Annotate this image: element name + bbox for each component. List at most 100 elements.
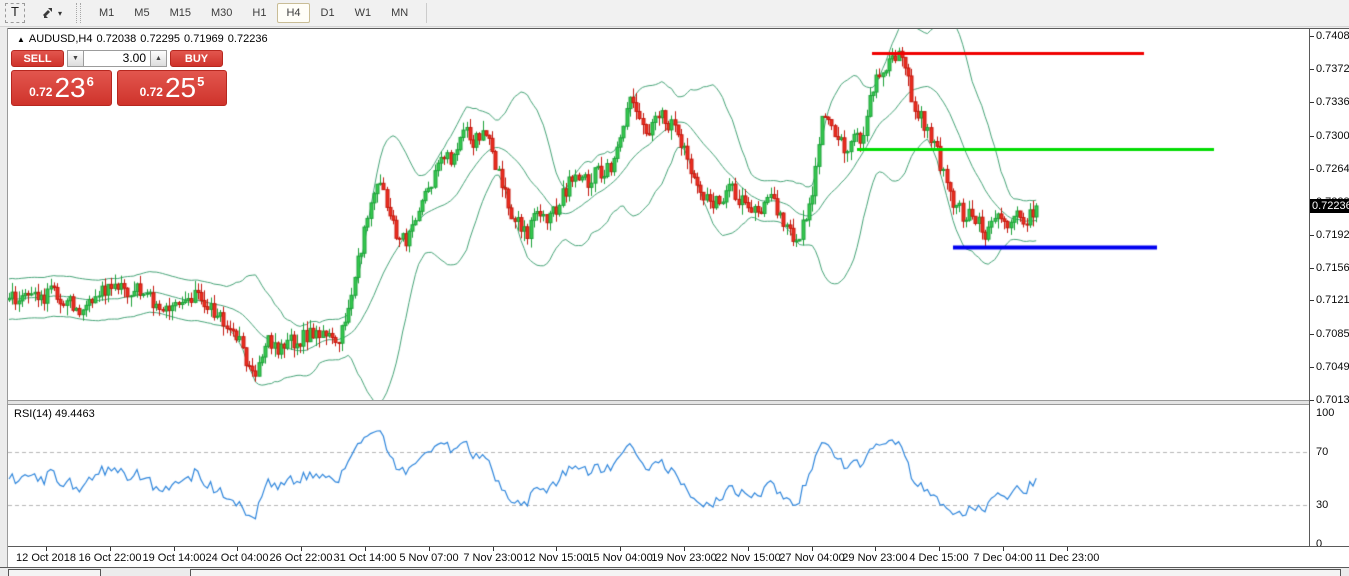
symbol-period: AUDUSD,H4 bbox=[28, 33, 93, 45]
time-axis-label: 7 Nov 23:00 bbox=[463, 552, 523, 564]
chevron-down-icon: ▾ bbox=[57, 8, 62, 18]
timeframe-button-w1[interactable]: W1 bbox=[346, 3, 381, 23]
timeframe-button-m30[interactable]: M30 bbox=[202, 3, 241, 23]
timeframe-toolbar: M1 M5 M15 M30 H1 H4 D1 W1 MN bbox=[89, 3, 418, 23]
price-tick-mark bbox=[1310, 268, 1314, 269]
time-axis-label: 22 Nov 15:00 bbox=[715, 552, 781, 564]
time-tick-mark bbox=[939, 547, 940, 551]
toolbar: T ▾ M1 M5 M15 M30 H1 H4 D1 W1 MN bbox=[0, 0, 1349, 27]
window-left-gutter bbox=[0, 28, 8, 567]
price-tick-mark bbox=[1310, 235, 1314, 236]
timeframe-button-mn[interactable]: MN bbox=[382, 3, 417, 23]
time-tick-mark bbox=[493, 547, 494, 551]
volume-decrease-button[interactable]: ▼ bbox=[67, 50, 84, 67]
sell-price-prefix: 0.72 bbox=[29, 85, 53, 99]
current-price-tag: 0.72236 bbox=[1310, 199, 1349, 213]
arrows-tool-button[interactable]: ▾ bbox=[36, 3, 66, 23]
time-tick-mark bbox=[556, 547, 557, 551]
toolbar-separator bbox=[426, 3, 428, 23]
sell-button[interactable]: SELL bbox=[11, 50, 64, 67]
time-axis-label: 7 Dec 04:00 bbox=[973, 552, 1033, 564]
price-tick-label: 0.73360 bbox=[1316, 96, 1349, 108]
time-tick-mark bbox=[301, 547, 302, 551]
price-tick-label: 0.72640 bbox=[1316, 163, 1349, 175]
ohlc-close: 0.72236 bbox=[227, 33, 268, 45]
price-tick-mark bbox=[1310, 102, 1314, 103]
time-tick-mark bbox=[1067, 547, 1068, 551]
price-tick-label: 0.71920 bbox=[1316, 229, 1349, 241]
time-tick-mark bbox=[684, 547, 685, 551]
chart-window: ▲ AUDUSD,H4 0.72038 0.72295 0.71969 0.72236 S… bbox=[8, 28, 1349, 568]
buy-price-pip: 5 bbox=[197, 74, 205, 89]
timeframe-button-m5[interactable]: M5 bbox=[125, 3, 158, 23]
bottom-tabs-strip bbox=[0, 567, 1349, 576]
price-tick-label: 0.71210 bbox=[1316, 294, 1349, 306]
time-axis-label: 12 Nov 15:00 bbox=[523, 552, 589, 564]
arrows-icon bbox=[42, 8, 52, 18]
one-click-trading-panel: SELL ▼ 3.00 ▲ BUY 0.72 23 6 0.72 25 5 bbox=[11, 50, 227, 106]
price-tick-label: 0.70490 bbox=[1316, 361, 1349, 373]
time-tick-mark bbox=[875, 547, 876, 551]
timeframe-button-m15[interactable]: M15 bbox=[161, 3, 200, 23]
time-tick-mark bbox=[429, 547, 430, 551]
price-tick-mark bbox=[1310, 69, 1314, 70]
collapse-panel-icon[interactable]: ▲ bbox=[17, 35, 25, 44]
price-tick-mark bbox=[1310, 367, 1314, 368]
time-tick-mark bbox=[812, 547, 813, 551]
time-tick-mark bbox=[365, 547, 366, 551]
time-tick-mark bbox=[174, 547, 175, 551]
timeframe-button-h4[interactable]: H4 bbox=[277, 3, 310, 23]
rsi-indicator-label: RSI(14) 49.4463 bbox=[14, 408, 95, 420]
metatrader-window: T ▾ M1 M5 M15 M30 H1 H4 D1 W1 MN ▲ AUDUSD,H4 0.720… bbox=[0, 0, 1349, 576]
buy-button[interactable]: BUY bbox=[170, 50, 223, 67]
buy-price-button[interactable]: 0.72 25 5 bbox=[117, 70, 227, 106]
time-axis-label: 19 Nov 23:00 bbox=[651, 552, 717, 564]
price-tick-mark bbox=[1310, 169, 1314, 170]
text-tool-button[interactable]: T bbox=[4, 3, 26, 23]
price-tick-mark bbox=[1310, 136, 1314, 137]
ohlc-low: 0.71969 bbox=[184, 33, 224, 45]
timeframe-button-d1[interactable]: D1 bbox=[312, 3, 344, 23]
price-axis[interactable]: 0.72236 0.74080 0.73720 0.73360 0.73000 0.72… bbox=[1309, 29, 1349, 550]
time-tick-mark bbox=[1003, 547, 1004, 551]
price-tick-mark bbox=[1310, 300, 1314, 301]
time-axis-label: 27 Nov 04:00 bbox=[779, 552, 845, 564]
text-tool-icon: T bbox=[5, 3, 25, 23]
price-tick-mark bbox=[1310, 36, 1314, 37]
time-tick-mark bbox=[110, 547, 111, 551]
bottom-tab-partial[interactable] bbox=[8, 569, 101, 576]
volume-increase-button[interactable]: ▲ bbox=[150, 50, 167, 67]
time-tick-mark bbox=[748, 547, 749, 551]
volume-input[interactable]: 3.00 bbox=[84, 50, 150, 67]
time-tick-mark bbox=[620, 547, 621, 551]
timeframe-button-h1[interactable]: H1 bbox=[243, 3, 275, 23]
time-axis[interactable]: 12 Oct 2018 16 Oct 22:00 19 Oct 14:00 24 Oc… bbox=[8, 546, 1349, 568]
time-axis-label: 5 Nov 07:00 bbox=[399, 552, 459, 564]
time-axis-label: 19 Oct 14:00 bbox=[142, 552, 206, 564]
time-axis-label: 4 Dec 15:00 bbox=[909, 552, 969, 564]
time-axis-label: 31 Oct 14:00 bbox=[333, 552, 397, 564]
time-axis-label: 11 Dec 23:00 bbox=[1034, 552, 1100, 564]
price-tick-label: 0.70850 bbox=[1316, 328, 1349, 340]
price-tick-mark bbox=[1310, 400, 1314, 401]
sell-price-button[interactable]: 0.72 23 6 bbox=[11, 70, 112, 106]
chart-area: ▲ AUDUSD,H4 0.72038 0.72295 0.71969 0.72236 S… bbox=[0, 28, 1349, 576]
buy-price-big: 25 bbox=[164, 72, 197, 103]
price-tick-label: 0.70130 bbox=[1316, 394, 1349, 406]
price-tick-label: 0.71560 bbox=[1316, 262, 1349, 274]
price-tick-label: 0.73720 bbox=[1316, 63, 1349, 75]
sell-price-pip: 6 bbox=[86, 74, 94, 89]
sell-price-big: 23 bbox=[54, 72, 86, 103]
time-axis-label: 16 Oct 22:00 bbox=[78, 552, 142, 564]
time-tick-mark bbox=[237, 547, 238, 551]
time-axis-label: 15 Nov 04:00 bbox=[587, 552, 653, 564]
ohlc-high: 0.72295 bbox=[140, 33, 181, 45]
ohlc-open: 0.72038 bbox=[96, 33, 137, 45]
chart-title: ▲ AUDUSD,H4 0.72038 0.72295 0.71969 0.72236 bbox=[17, 33, 272, 45]
rsi-chart-canvas[interactable] bbox=[8, 405, 1309, 546]
rsi-tick-label: 70 bbox=[1316, 446, 1329, 458]
toolbar-grip[interactable] bbox=[76, 3, 81, 23]
bottom-tab-partial[interactable] bbox=[190, 569, 1341, 576]
time-axis-label: 12 Oct 2018 bbox=[16, 552, 76, 564]
timeframe-button-m1[interactable]: M1 bbox=[90, 3, 123, 23]
